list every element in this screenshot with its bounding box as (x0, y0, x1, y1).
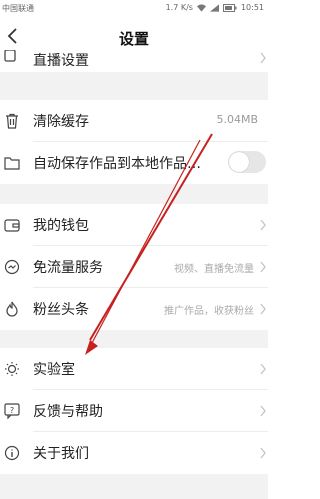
network-speed: 1.7 K/s (165, 3, 193, 12)
section-gap (0, 72, 268, 100)
chevron-right-icon (260, 447, 266, 459)
settings-item-subtitle: 推广作品，收获粉丝 (164, 306, 254, 317)
speedometer-icon (4, 259, 20, 275)
settings-item-label: 粉丝头条 (33, 302, 89, 318)
settings-item-live[interactable]: 直播设置 (0, 46, 268, 72)
chevron-right-icon (260, 303, 266, 315)
chevron-right-icon (260, 52, 266, 64)
settings-item-label: 反馈与帮助 (33, 404, 103, 420)
section-gap (0, 184, 268, 204)
svg-text:?: ? (10, 406, 14, 415)
battery-icon (222, 3, 237, 12)
settings-item-label: 直播设置 (33, 53, 89, 69)
settings-item-free-traffic[interactable]: 免流量服务 视频、直播免流量 (0, 246, 268, 288)
section-gap (0, 474, 268, 499)
settings-item-label: 清除缓存 (33, 114, 89, 130)
signal-icon (209, 3, 219, 12)
settings-item-about[interactable]: 关于我们 (0, 432, 268, 474)
carrier-name: 中国联通 (2, 4, 34, 13)
settings-item-wallet[interactable]: 我的钱包 (0, 204, 268, 246)
wallet-icon (4, 219, 20, 232)
cache-size-value: 5.04MB (216, 113, 258, 126)
folder-icon (4, 157, 20, 170)
flame-icon (6, 301, 18, 317)
wifi-icon (196, 3, 206, 12)
settings-item-label: 关于我们 (33, 446, 89, 462)
trash-icon (6, 113, 18, 129)
settings-item-lab[interactable]: 实验室 (0, 348, 268, 390)
chevron-right-icon (260, 363, 266, 375)
chevron-right-icon (260, 405, 266, 417)
settings-item-label: 免流量服务 (33, 260, 103, 276)
settings-item-autosave: 自动保存作品到本地作品… (0, 142, 268, 184)
settings-item-label: 自动保存作品到本地作品… (33, 156, 201, 172)
settings-item-label: 我的钱包 (33, 218, 89, 234)
chevron-right-icon (260, 261, 266, 273)
info-icon (4, 445, 20, 461)
lightbulb-icon (5, 362, 19, 376)
settings-item-feedback[interactable]: ? 反馈与帮助 (0, 390, 268, 432)
settings-item-clear-cache[interactable]: 清除缓存 5.04MB (0, 100, 268, 142)
section-gap (0, 330, 268, 348)
autosave-toggle[interactable] (228, 151, 266, 173)
video-camera-icon (4, 50, 16, 62)
clock: 10:51 (240, 3, 264, 12)
status-bar: 中国联通 1.7 K/s 10:51 (0, 0, 268, 16)
settings-item-subtitle: 视频、直播免流量 (174, 264, 254, 275)
chevron-right-icon (260, 219, 266, 231)
toggle-knob (229, 152, 249, 172)
settings-item-fans-headline[interactable]: 粉丝头条 推广作品，收获粉丝 (0, 288, 268, 330)
help-chat-icon: ? (4, 403, 20, 419)
settings-item-label: 实验室 (33, 362, 75, 378)
